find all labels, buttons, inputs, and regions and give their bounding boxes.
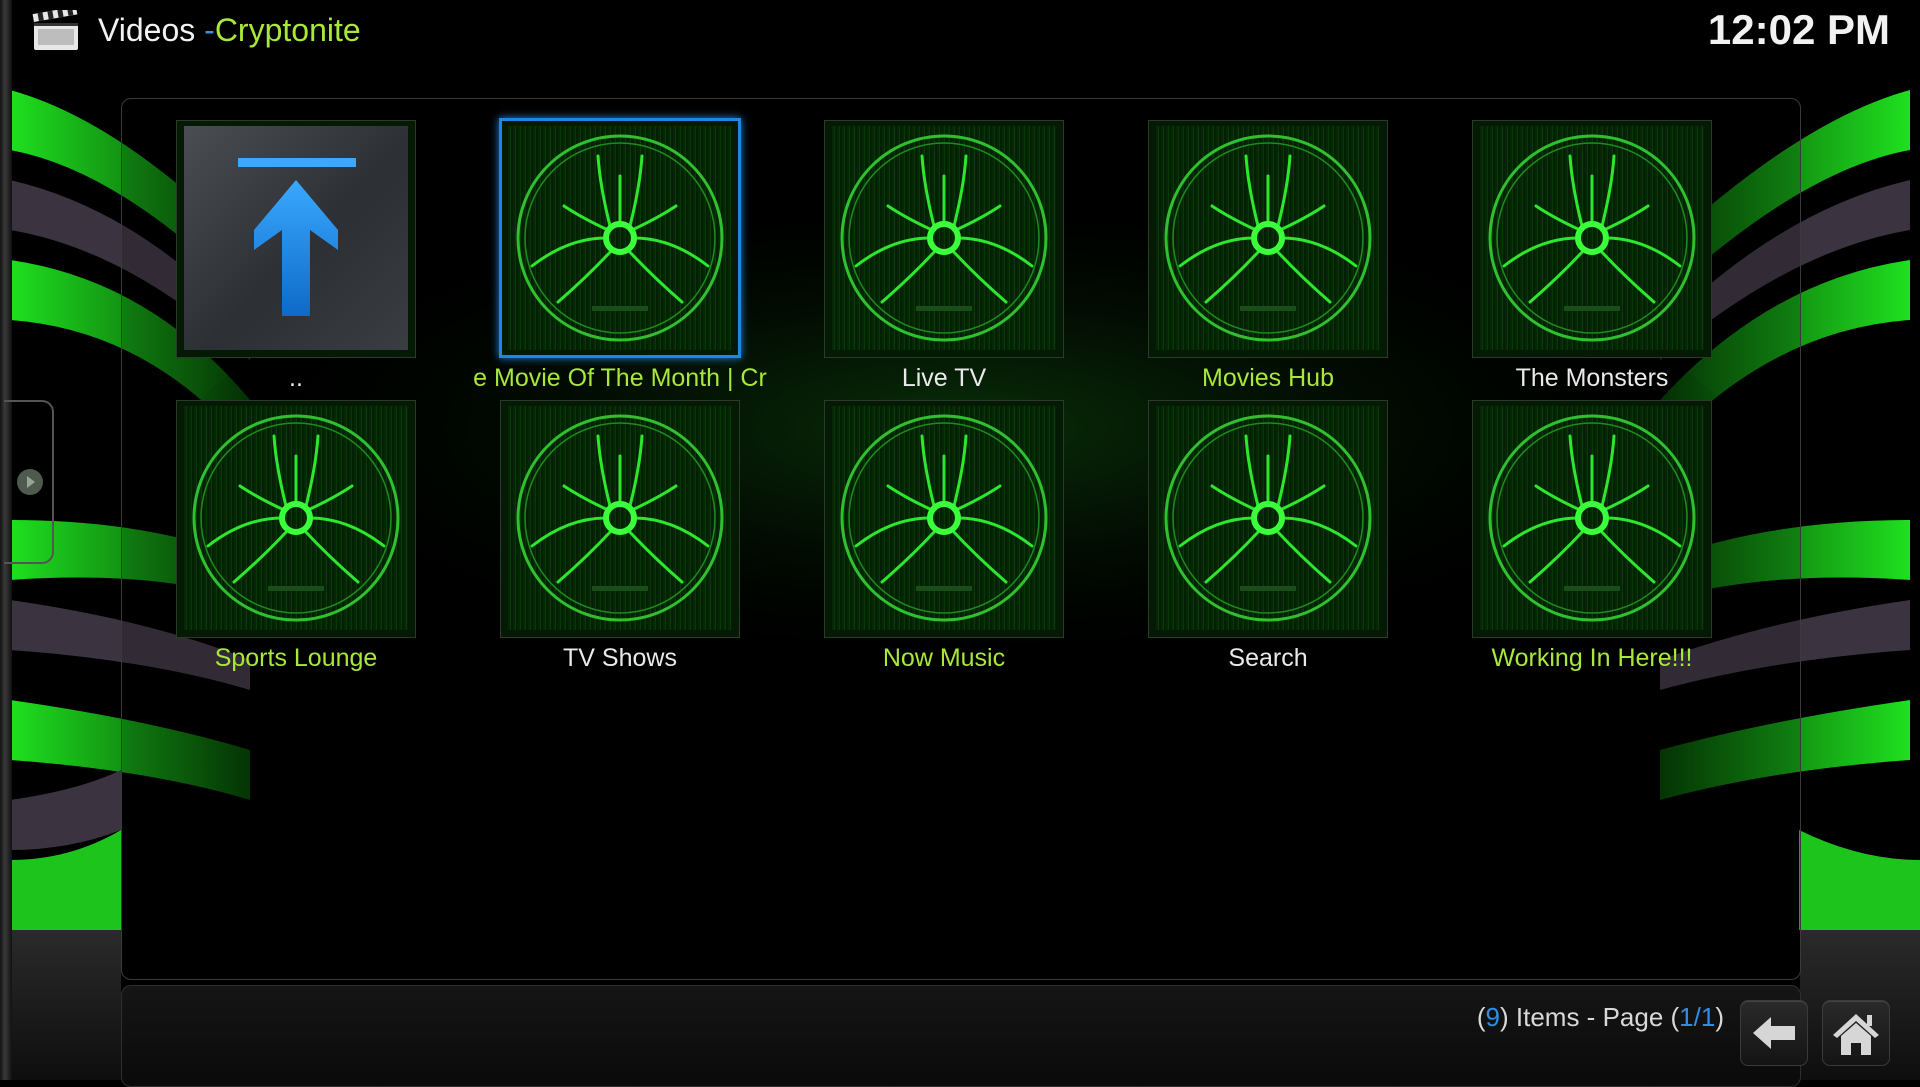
cryptonite-spider-icon (1480, 406, 1704, 630)
title-separator: - (204, 12, 215, 48)
item-label: e Movie Of The Month | Cr (473, 364, 767, 392)
item-count: 9 (1485, 1002, 1501, 1032)
page-status: (9) Items - Page (1/1) (1477, 1000, 1724, 1034)
cryptonite-spider-icon (508, 126, 732, 350)
item-label: Search (1228, 644, 1308, 672)
item-label: Working In Here!!! (1491, 644, 1693, 672)
cryptonite-spider-icon (184, 406, 408, 630)
status-close-paren: ) (1715, 1002, 1724, 1032)
grid-item-live-tv[interactable]: Live TV (824, 118, 1064, 392)
grid-item-the-monsters[interactable]: The Monsters (1472, 118, 1712, 392)
header-bar: Videos -Cryptonite 12:02 PM (0, 0, 1920, 62)
back-arrow-icon (1753, 1017, 1795, 1049)
window-title: Videos -Cryptonite (98, 10, 361, 50)
grid-item-movie-of-the-month[interactable]: e Movie Of The Month | Cr (473, 118, 767, 392)
grid-item-movies-hub[interactable]: Movies Hub (1148, 118, 1388, 392)
addon-title: Cryptonite (214, 12, 361, 48)
cryptonite-spider-icon (832, 406, 1056, 630)
status-open-paren: ( (1476, 1002, 1486, 1032)
clapperboard-icon (32, 6, 80, 52)
left-bottom-bar (12, 930, 121, 1080)
item-label: Now Music (882, 644, 1006, 672)
chevron-right-icon (17, 469, 43, 495)
page-number: 1/1 (1679, 1002, 1716, 1032)
grid-item-tv-shows[interactable]: TV Shows (500, 398, 740, 672)
status-items-text: ) Items - Page ( (1500, 1002, 1680, 1032)
cryptonite-spider-icon (832, 126, 1056, 350)
home-icon (1833, 1014, 1879, 1055)
section-title: Videos (98, 12, 196, 48)
cryptonite-spider-icon (1480, 126, 1704, 350)
home-button[interactable] (1822, 1000, 1890, 1066)
cryptonite-spider-icon (1156, 126, 1380, 350)
grid-item-search[interactable]: Search (1148, 398, 1388, 672)
grid-item-parent-folder[interactable]: .. (176, 118, 416, 392)
item-label: TV Shows (563, 644, 677, 672)
item-label: Live TV (901, 364, 987, 392)
back-button[interactable] (1740, 1000, 1808, 1066)
item-label: The Monsters (1515, 364, 1669, 392)
clock: 12:02 PM (1707, 6, 1890, 53)
cryptonite-spider-icon (508, 406, 732, 630)
up-arrow-icon (184, 126, 408, 350)
item-label: Movies Hub (1202, 364, 1334, 392)
item-label: Sports Lounge (214, 644, 378, 672)
cryptonite-spider-icon (1156, 406, 1380, 630)
grid-item-sports-lounge[interactable]: Sports Lounge (176, 398, 416, 672)
item-label: .. (289, 364, 303, 392)
grid-item-now-music[interactable]: Now Music (824, 398, 1064, 672)
grid-item-working-in-here[interactable]: Working In Here!!! (1472, 398, 1712, 672)
side-menu-handle[interactable] (4, 400, 54, 564)
